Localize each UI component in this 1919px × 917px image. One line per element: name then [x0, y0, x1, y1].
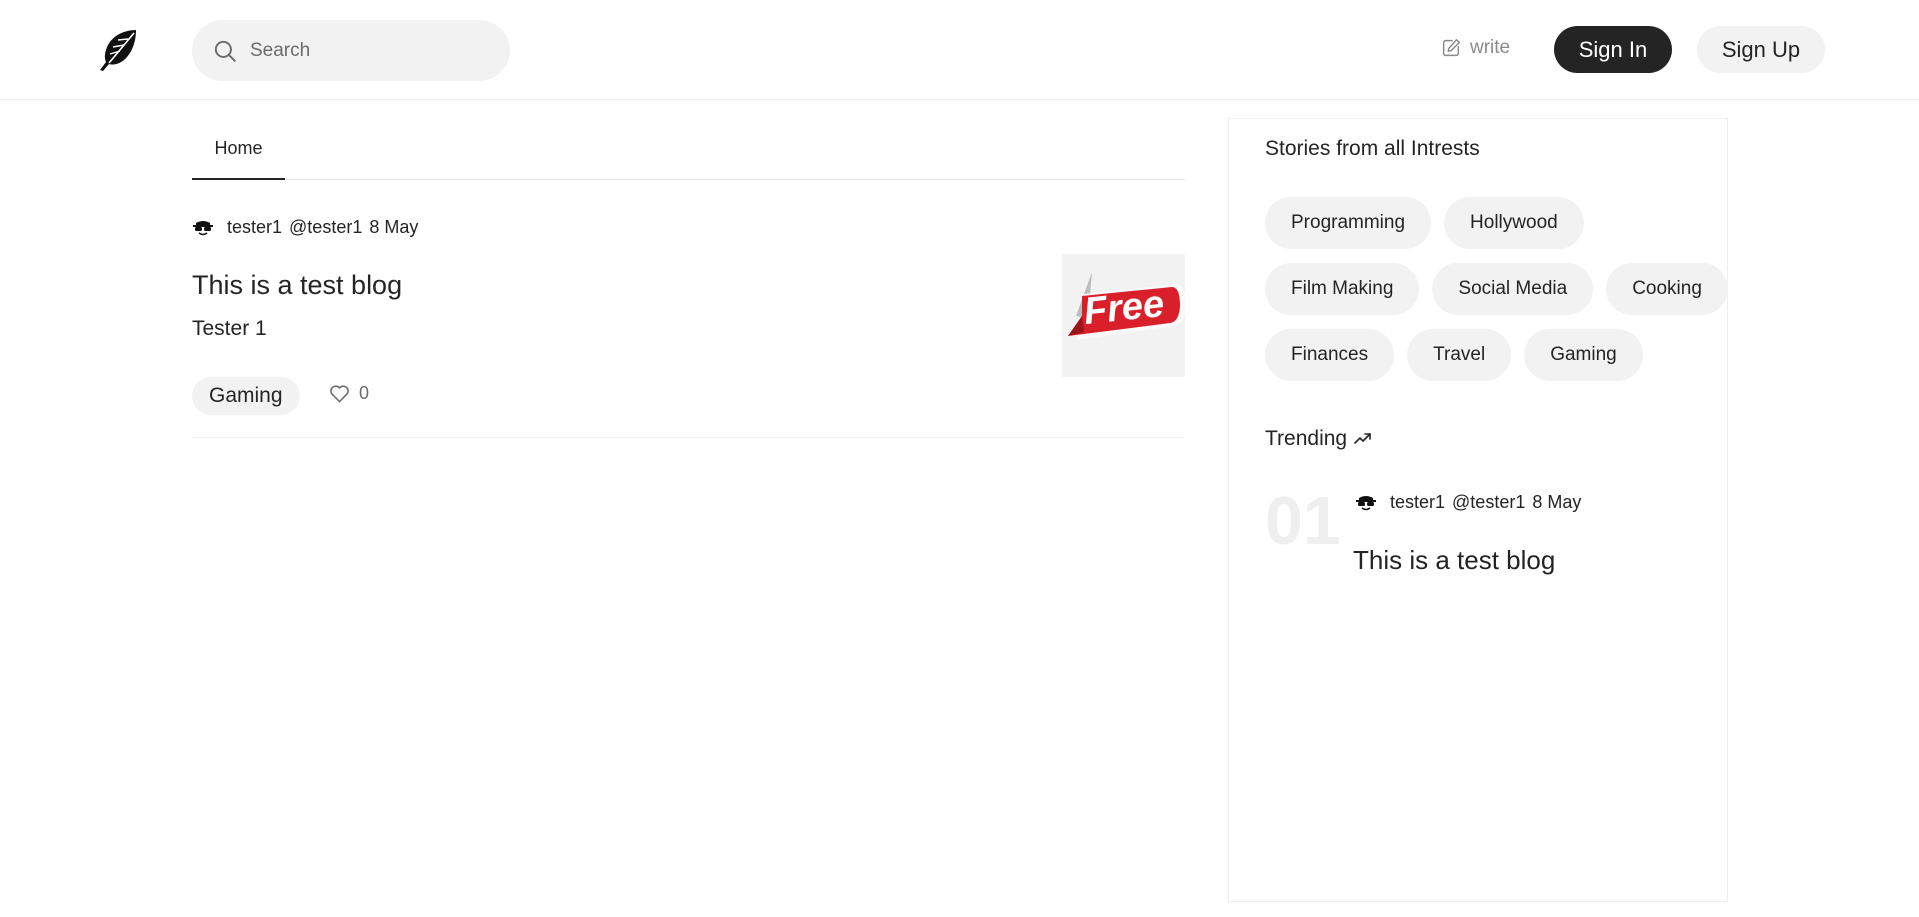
sign-up-button[interactable]: Sign Up	[1697, 26, 1825, 73]
like-button[interactable]: 0	[328, 382, 369, 405]
right-sidebar: Stories from all Intrests Programming Ho…	[1228, 118, 1728, 902]
chip-row: Film Making Social Media Cooking	[1265, 263, 1735, 315]
trending-date: 8 May	[1532, 491, 1582, 512]
trending-author[interactable]: tester1	[1390, 492, 1445, 513]
sunglasses-avatar-icon[interactable]	[1355, 491, 1377, 513]
post-date: 8 May	[369, 216, 419, 237]
heart-icon	[330, 385, 349, 403]
trending-rank: 01	[1265, 483, 1341, 559]
interests-heading: Stories from all Intrests	[1265, 137, 1480, 160]
interest-chip-travel[interactable]: Travel	[1407, 329, 1512, 381]
trending-label: Trending	[1265, 427, 1348, 450]
write-button[interactable]: write	[1440, 34, 1510, 62]
sign-in-button[interactable]: Sign In	[1554, 26, 1672, 73]
like-count: 0	[359, 383, 370, 403]
interest-chips: Programming Hollywood Film Making Social…	[1265, 197, 1735, 395]
interest-chip-film-making[interactable]: Film Making	[1265, 263, 1420, 315]
write-label: write	[1470, 37, 1511, 58]
chip-row: Programming Hollywood	[1265, 197, 1735, 249]
post-thumbnail[interactable]: Free	[1062, 254, 1186, 377]
trending-post-title[interactable]: This is a test blog	[1353, 545, 1555, 576]
feed-tabs: Home	[192, 118, 1185, 180]
trending-up-icon	[1354, 433, 1371, 444]
search-bar[interactable]	[192, 20, 510, 81]
search-icon	[214, 40, 236, 62]
trending-handle[interactable]: @tester1	[1452, 492, 1525, 513]
interest-chip-cooking[interactable]: Cooking	[1606, 263, 1728, 315]
post-tag-chip[interactable]: Gaming	[192, 377, 300, 415]
tab-home[interactable]: Home	[192, 118, 285, 180]
post-card[interactable]: tester1 @tester1 8 May This is a test bl…	[192, 196, 1186, 438]
free-badge-image: Free	[1068, 272, 1186, 340]
post-handle[interactable]: @tester1	[289, 217, 362, 238]
interest-chip-hollywood[interactable]: Hollywood	[1444, 197, 1584, 249]
free-badge-text: Free	[1082, 283, 1166, 333]
interest-chip-programming[interactable]: Programming	[1265, 197, 1432, 249]
feather-logo-icon[interactable]	[94, 26, 142, 74]
post-author[interactable]: tester1	[227, 217, 282, 238]
interest-chip-gaming[interactable]: Gaming	[1524, 329, 1643, 381]
interest-chip-social-media[interactable]: Social Media	[1432, 263, 1594, 315]
edit-icon	[1442, 39, 1460, 57]
post-title[interactable]: This is a test blog	[192, 270, 402, 301]
search-input[interactable]	[248, 38, 488, 63]
chip-row: Finances Travel Gaming	[1265, 329, 1735, 381]
sunglasses-avatar-icon[interactable]	[192, 216, 214, 238]
navbar: write Sign In Sign Up	[0, 0, 1919, 100]
post-subtitle: Tester 1	[192, 317, 267, 340]
trending-heading: Trending	[1265, 427, 1373, 451]
post-meta: tester1 @tester1 8 May	[192, 216, 418, 238]
trending-meta: tester1 @tester1 8 May	[1355, 491, 1581, 513]
interest-chip-finances[interactable]: Finances	[1265, 329, 1395, 381]
